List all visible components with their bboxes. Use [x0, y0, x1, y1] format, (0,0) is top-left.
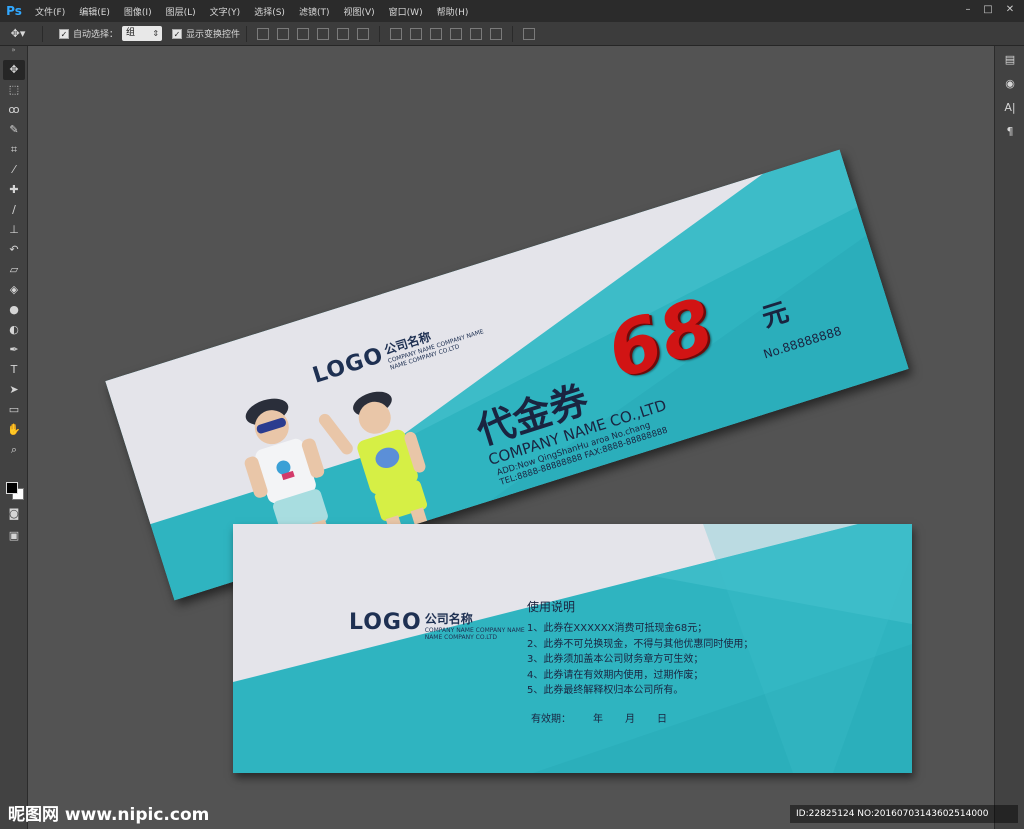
- path-select-tool-icon[interactable]: ➤: [3, 380, 25, 400]
- quick-mask-icon[interactable]: ◙: [3, 504, 25, 524]
- menu-select[interactable]: 选择(S): [247, 5, 292, 18]
- distribute-vcenter-icon[interactable]: [410, 27, 423, 40]
- logo-text: LOGO: [349, 610, 422, 635]
- collapse-icon[interactable]: »: [0, 46, 27, 60]
- healing-tool-icon[interactable]: ✚: [3, 180, 25, 200]
- validity-year: 年: [593, 714, 603, 725]
- show-transform-label: 显示变换控件: [186, 30, 241, 40]
- right-panel-strip: ▤ ◉ A| ¶: [994, 46, 1024, 829]
- eyedropper-tool-icon[interactable]: ⁄: [3, 160, 25, 180]
- align-bottom-icon[interactable]: [297, 27, 310, 40]
- screen-mode-icon[interactable]: ▣: [3, 526, 25, 546]
- menu-bar: Ps 文件(F) 编辑(E) 图像(I) 图层(L) 文字(Y) 选择(S) 滤…: [0, 0, 1024, 22]
- auto-select-label: 自动选择：: [73, 30, 119, 40]
- divider: [512, 25, 514, 42]
- instruction-line: 4、此券请在有效期内使用，过期作废；: [527, 669, 704, 681]
- shape-tool-icon[interactable]: ▭: [3, 400, 25, 420]
- voucher-back: LOGO 公司名称 COMPANY NAME COMPANY NAME NAME…: [233, 524, 912, 773]
- menu-image[interactable]: 图像(I): [117, 5, 159, 18]
- distribute-top-icon[interactable]: [390, 27, 403, 40]
- validity-day: 日: [657, 714, 667, 725]
- character-panel-icon[interactable]: A|: [999, 98, 1021, 118]
- eraser-tool-icon[interactable]: ▱: [3, 260, 25, 280]
- paragraph-panel-icon[interactable]: ¶: [999, 122, 1021, 142]
- auto-select-checkbox[interactable]: ✓: [59, 28, 69, 39]
- tool-panel: » ✥ ⬚ ꝏ ✎ ⌗ ⁄ ✚ ∕ ⊥ ↶ ▱ ◈ ● ◐ ✒ T ➤ ▭ ✋ …: [0, 46, 28, 829]
- usage-instructions: 使用说明 1、此券在XXXXXX消费可抵现金68元； 2、此券不可兑换现金，不得…: [527, 598, 753, 699]
- validity-month: 月: [625, 714, 635, 725]
- marquee-tool-icon[interactable]: ⬚: [3, 80, 25, 100]
- align-right-icon[interactable]: [357, 27, 370, 40]
- lasso-tool-icon[interactable]: ꝏ: [3, 100, 25, 120]
- auto-align-icon[interactable]: [523, 27, 536, 40]
- back-logo-block: LOGO 公司名称 COMPANY NAME COMPANY NAME NAME…: [349, 610, 525, 641]
- menu-edit[interactable]: 编辑(E): [72, 5, 117, 18]
- stamp-tool-icon[interactable]: ⊥: [3, 220, 25, 240]
- brush-tool-icon[interactable]: ∕: [3, 200, 25, 220]
- auto-select-dropdown[interactable]: 组: [122, 26, 163, 41]
- move-tool-icon[interactable]: ✥▾: [0, 27, 36, 40]
- instruction-line: 3、此券须加盖本公司财务章方可生效；: [527, 654, 704, 665]
- properties-panel-icon[interactable]: ◉: [999, 74, 1021, 94]
- instruction-line: 1、此券在XXXXXX消费可抵现金68元；: [527, 623, 708, 634]
- crop-tool-icon[interactable]: ⌗: [3, 140, 25, 160]
- align-vcenter-icon[interactable]: [277, 27, 290, 40]
- hand-tool-icon[interactable]: ✋: [3, 420, 25, 440]
- history-brush-tool-icon[interactable]: ↶: [3, 240, 25, 260]
- validity-label: 有效期：: [531, 714, 571, 725]
- paint-bucket-tool-icon[interactable]: ◈: [3, 280, 25, 300]
- menu-layer[interactable]: 图层(L): [159, 5, 203, 18]
- align-hcenter-icon[interactable]: [337, 27, 350, 40]
- watermark-left: 昵图网 www.nipic.com: [8, 805, 210, 825]
- pen-tool-icon[interactable]: ✒: [3, 340, 25, 360]
- distribute-hcenter-icon[interactable]: [470, 27, 483, 40]
- app-logo: Ps: [6, 4, 22, 18]
- validity-row: 有效期： 年 月 日: [531, 710, 689, 725]
- minimize-icon[interactable]: –: [962, 4, 974, 16]
- menu-window[interactable]: 窗口(W): [382, 5, 430, 18]
- menu-type[interactable]: 文字(Y): [203, 5, 248, 18]
- blur-tool-icon[interactable]: ●: [3, 300, 25, 320]
- align-top-icon[interactable]: [257, 27, 270, 40]
- instructions-title: 使用说明: [527, 600, 576, 614]
- menu-file[interactable]: 文件(F): [28, 5, 72, 18]
- menu-help[interactable]: 帮助(H): [430, 5, 476, 18]
- company-subline-2: NAME COMPANY CO.LTD: [424, 634, 498, 641]
- type-tool-icon[interactable]: T: [3, 360, 25, 380]
- divider: [379, 25, 381, 42]
- distribute-right-icon[interactable]: [490, 27, 503, 40]
- close-icon[interactable]: ✕: [1004, 4, 1016, 16]
- options-bar: ✥▾ ✓ 自动选择： 组 ✓ 显示变换控件: [0, 22, 1024, 46]
- divider: [246, 25, 248, 42]
- company-name-cn: 公司名称: [424, 612, 473, 626]
- history-panel-icon[interactable]: ▤: [999, 50, 1021, 70]
- menu-filter[interactable]: 滤镜(T): [292, 5, 337, 18]
- company-subline-1: COMPANY NAME COMPANY NAME: [424, 627, 525, 634]
- instruction-line: 5、此券最终解释权归本公司所有。: [527, 685, 684, 696]
- dodge-tool-icon[interactable]: ◐: [3, 320, 25, 340]
- align-left-icon[interactable]: [317, 27, 330, 40]
- move-tool-icon[interactable]: ✥: [3, 60, 25, 80]
- quick-select-tool-icon[interactable]: ✎: [3, 120, 25, 140]
- distribute-left-icon[interactable]: [450, 27, 463, 40]
- distribute-bottom-icon[interactable]: [430, 27, 443, 40]
- foreground-color-swatch[interactable]: [6, 482, 18, 494]
- zoom-tool-icon[interactable]: ⌕: [3, 440, 25, 460]
- divider: [42, 25, 43, 42]
- menu-view[interactable]: 视图(V): [336, 5, 381, 18]
- watermark-right: ID:22825124 NO:20160703143602514000: [790, 805, 1018, 823]
- instruction-line: 2、此券不可兑换现金，不得与其他优惠同时使用；: [527, 638, 754, 650]
- show-transform-checkbox[interactable]: ✓: [172, 28, 183, 39]
- maximize-icon[interactable]: □: [982, 4, 994, 16]
